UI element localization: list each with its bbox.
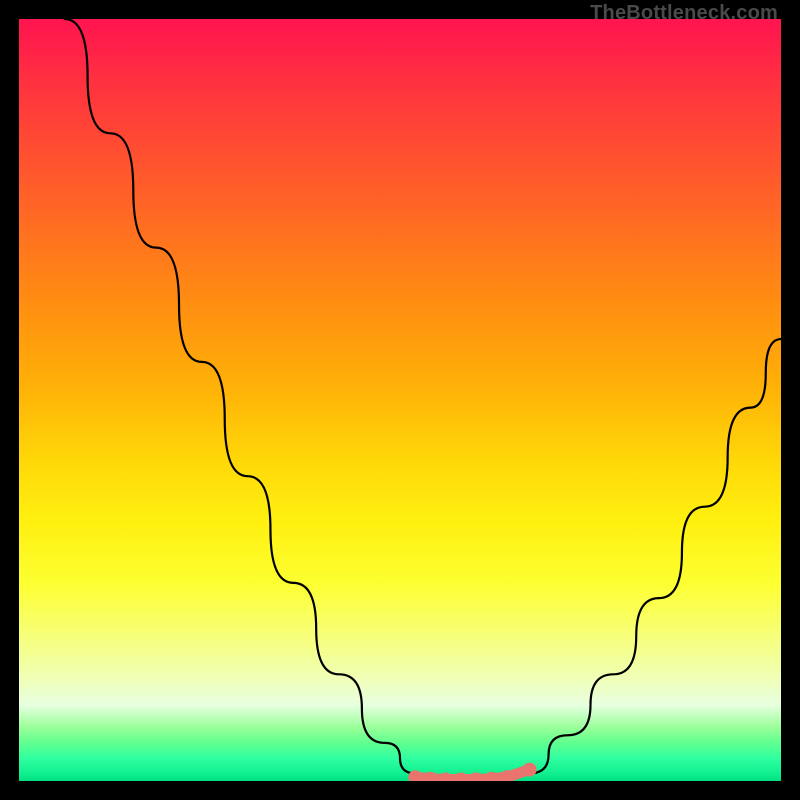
marker-dot xyxy=(454,772,468,781)
credit-text: TheBottleneck.com xyxy=(590,2,778,25)
right-branch-curve xyxy=(530,339,781,773)
left-branch-curve xyxy=(65,19,416,773)
curve-layer xyxy=(19,19,781,781)
marker-dot xyxy=(523,763,537,777)
chart-canvas: TheBottleneck.com xyxy=(0,0,800,800)
